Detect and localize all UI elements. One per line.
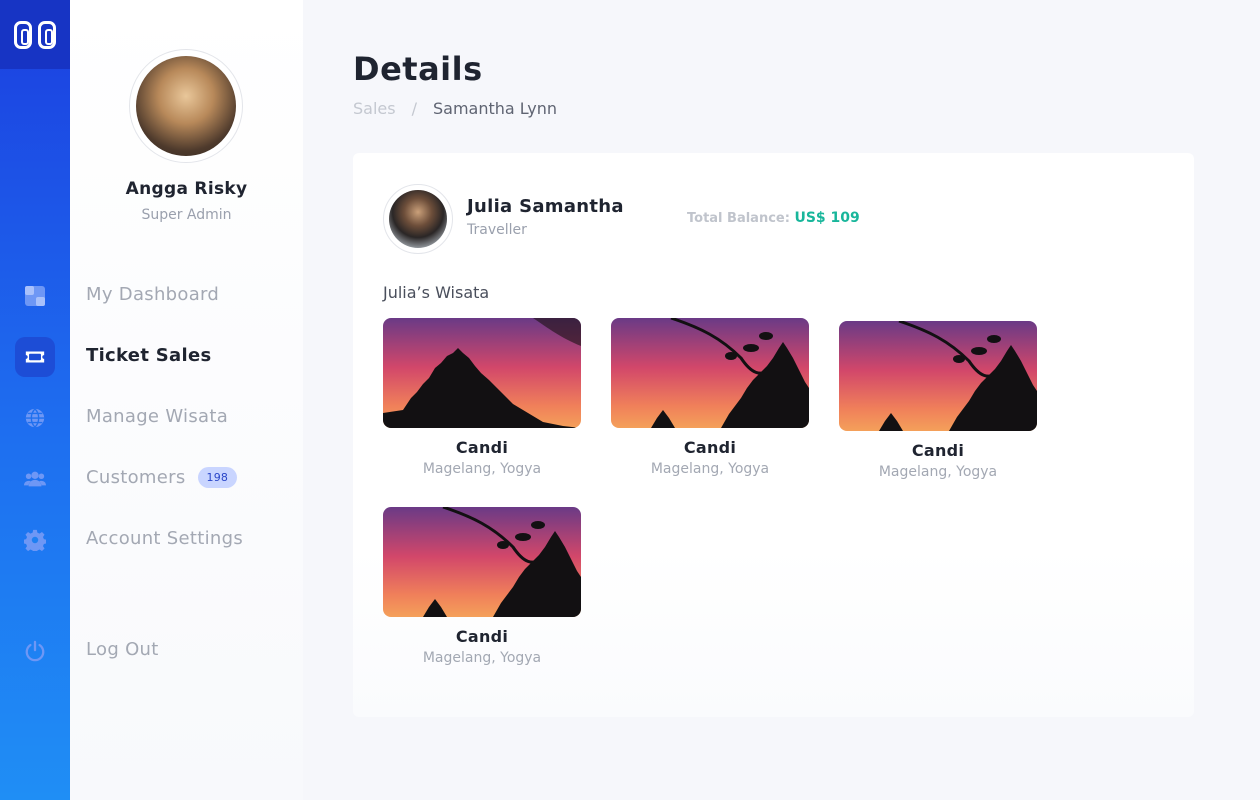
breadcrumb-separator: / [411,99,417,118]
wisata-card[interactable]: Candi Magelang, Yogya [383,507,581,666]
logo-icon[interactable] [0,0,70,69]
avatar[interactable] [129,49,243,163]
sidebar-item-manage-wisata[interactable]: Manage Wisata [86,406,228,427]
sidebar-menu: Angga Risky Super Admin My Dashboard Tic… [70,0,303,800]
wisata-location: Magelang, Yogya [650,461,770,477]
sidebar-item-account-settings[interactable]: Account Settings [86,528,243,549]
breadcrumb-parent[interactable]: Sales [353,99,396,118]
wisata-card[interactable]: Candi Magelang, Yogya [383,318,581,477]
dashboard-icon[interactable] [15,276,55,316]
balance-label: Total Balance: [687,211,790,226]
power-icon[interactable] [15,631,55,671]
wisata-thumbnail [839,321,1037,431]
wisata-section-title: Julia’s Wisata [383,283,490,302]
wisata-thumbnail [383,507,581,617]
sidebar-item-label: Manage Wisata [86,406,229,427]
wisata-name: Candi [455,438,509,457]
sidebar-item-logout[interactable]: Log Out [86,639,159,660]
page-title: Details [353,50,483,88]
wisata-thumbnail [611,318,809,428]
sidebar-item-label: My Dashboard [86,284,220,305]
breadcrumb-current: Samantha Lynn [432,99,557,118]
sidebar-item-customers[interactable]: Customers 198 [86,467,238,488]
wisata-card[interactable]: Candi Magelang, Yogya [839,321,1037,480]
wisata-card[interactable]: Candi Magelang, Yogya [611,318,809,477]
users-icon[interactable] [15,459,55,499]
sidebar-item-label: Ticket Sales [86,345,212,366]
profile-role: Super Admin [141,207,232,223]
sidebar-item-label: Account Settings [86,528,244,549]
total-balance: Total Balance: US$ 109 [687,210,860,226]
wisata-location: Magelang, Yogya [422,650,542,666]
wisata-thumbnail [383,318,581,428]
ticket-icon[interactable] [15,337,55,377]
details-card: Julia Samantha Traveller Total Balance: … [353,153,1194,717]
profile-name: Angga Risky [125,179,248,199]
sidebar-item-label: Log Out [86,639,159,660]
wisata-location: Magelang, Yogya [878,464,998,480]
icon-rail [0,0,70,800]
customer-role: Traveller [467,222,527,238]
sidebar-item-label: Customers [86,467,186,488]
breadcrumb: Sales / Samantha Lynn [353,99,557,118]
wisata-name: Candi [683,438,737,457]
wisata-name: Candi [911,441,965,460]
wisata-name: Candi [455,627,509,646]
customers-count-badge: 198 [197,467,238,488]
balance-value: US$ 109 [794,210,860,226]
customer-name: Julia Samantha [467,196,624,217]
profile-photo [136,56,236,156]
sidebar-item-dashboard[interactable]: My Dashboard [86,284,219,305]
sidebar-item-ticket-sales[interactable]: Ticket Sales [86,345,212,366]
customer-photo [389,190,447,248]
globe-icon[interactable] [15,398,55,438]
wisata-location: Magelang, Yogya [422,461,542,477]
gear-icon[interactable] [15,520,55,560]
customer-avatar [383,184,453,254]
